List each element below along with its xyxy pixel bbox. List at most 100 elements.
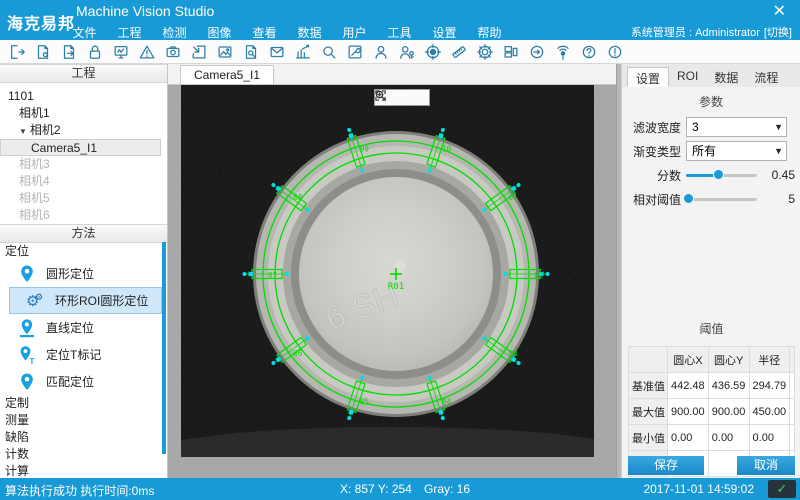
table-header: 圆心Y bbox=[708, 347, 749, 373]
camera-image-canvas: 6 SH 02011009080706050403R01 bbox=[181, 85, 594, 457]
slider-thumb[interactable] bbox=[713, 169, 724, 180]
tab-流程[interactable]: 流程 bbox=[746, 67, 786, 87]
project-tree: 1101相机1▼相机2Camera5_I1相机3相机4相机5相机6 bbox=[0, 83, 167, 224]
report-icon[interactable] bbox=[238, 41, 264, 63]
table-cell[interactable]: 0.00 bbox=[708, 425, 749, 451]
table-cell[interactable]: 450.00 bbox=[749, 399, 789, 425]
tree-item-1101[interactable]: 1101 bbox=[0, 88, 167, 105]
fit-screen-icon[interactable] bbox=[414, 91, 427, 104]
param-row-滤波宽度: 滤波宽度 3▼ bbox=[622, 115, 800, 139]
table-cell[interactable]: 442.48 bbox=[668, 373, 709, 399]
method-item-圆形定位[interactable]: 圆形定位 bbox=[0, 260, 162, 287]
param-label: 滤波宽度 bbox=[627, 119, 681, 136]
滤波宽度-dropdown[interactable]: 3▼ bbox=[686, 117, 787, 137]
slider-track bbox=[686, 198, 757, 201]
monitor-icon[interactable] bbox=[108, 41, 134, 63]
tree-item-相机1[interactable]: 相机1 bbox=[0, 105, 167, 122]
相对阈值-slider[interactable] bbox=[686, 190, 757, 208]
permission-icon[interactable] bbox=[394, 41, 420, 63]
tab-设置[interactable]: 设置 bbox=[627, 67, 669, 87]
param-row-渐变类型: 渐变类型所有▼ bbox=[622, 139, 800, 163]
method-category-计数[interactable]: 计数 bbox=[0, 446, 167, 463]
close-icon[interactable]: ✕ bbox=[773, 3, 786, 21]
method-item-直线定位[interactable]: 直线定位 bbox=[0, 314, 162, 341]
tree-item-相机5[interactable]: 相机5 bbox=[0, 190, 167, 207]
pin-line-icon bbox=[17, 318, 37, 338]
caliper-label: 07 bbox=[268, 271, 277, 280]
table-cell[interactable]: 0.00 bbox=[668, 425, 709, 451]
table-cell[interactable]: 294.79 bbox=[749, 373, 789, 399]
project-settings-icon[interactable] bbox=[30, 41, 56, 63]
layout-icon[interactable] bbox=[498, 41, 524, 63]
param-row-相对阈值: 相对阈值5 bbox=[622, 187, 800, 211]
threshold-section-header: 阈值 bbox=[628, 320, 795, 342]
tab-ROI[interactable]: ROI bbox=[669, 67, 706, 87]
table-cell[interactable]: 900.00 bbox=[668, 399, 709, 425]
caliper-label: 01 bbox=[509, 193, 518, 202]
switch-user-link[interactable]: [切换] bbox=[764, 27, 792, 39]
table-cell[interactable]: 436.59 bbox=[708, 373, 749, 399]
method-category-缺陷[interactable]: 缺陷 bbox=[0, 429, 167, 446]
warning-icon[interactable] bbox=[134, 41, 160, 63]
exit-icon[interactable] bbox=[4, 41, 30, 63]
status-check-icon[interactable]: ✓ bbox=[768, 480, 796, 498]
search-icon[interactable] bbox=[316, 41, 342, 63]
chevron-down-icon[interactable]: ▼ bbox=[774, 118, 783, 136]
import-icon[interactable] bbox=[186, 41, 212, 63]
settings-gear-icon[interactable] bbox=[472, 41, 498, 63]
tree-item-相机2[interactable]: ▼相机2 bbox=[0, 122, 167, 139]
row-label: 最大值 bbox=[629, 399, 668, 425]
slider-thumb[interactable] bbox=[683, 193, 694, 204]
分数-slider[interactable] bbox=[686, 166, 757, 184]
method-category-定位[interactable]: 定位 bbox=[0, 243, 167, 260]
tree-item-相机3[interactable]: 相机3 bbox=[0, 156, 167, 173]
cancel-button[interactable]: 取消 bbox=[737, 456, 795, 475]
table-cell[interactable]: 0.00 bbox=[749, 425, 789, 451]
ruler-icon[interactable] bbox=[446, 41, 472, 63]
渐变类型-dropdown[interactable]: 所有▼ bbox=[686, 141, 787, 161]
network-icon[interactable] bbox=[550, 41, 576, 63]
save-button[interactable]: 保存 bbox=[628, 456, 704, 475]
about-icon[interactable] bbox=[602, 41, 628, 63]
mail-icon[interactable] bbox=[264, 41, 290, 63]
method-item-匹配定位[interactable]: 匹配定位 bbox=[0, 368, 162, 395]
lock-icon[interactable] bbox=[82, 41, 108, 63]
method-category-计算[interactable]: 计算 bbox=[0, 463, 167, 478]
expand-arrow-icon[interactable]: ▼ bbox=[19, 127, 27, 136]
caliper-label: 10 bbox=[442, 145, 452, 154]
method-category-定制[interactable]: 定制 bbox=[0, 395, 167, 412]
image-icon[interactable] bbox=[212, 41, 238, 63]
tab-数据[interactable]: 数据 bbox=[706, 67, 746, 87]
camera-image[interactable]: 6 SH 02011009080706050403R01 bbox=[181, 85, 594, 457]
user-icon[interactable] bbox=[368, 41, 394, 63]
target-icon[interactable] bbox=[420, 41, 446, 63]
project-export-icon[interactable] bbox=[56, 41, 82, 63]
run-icon[interactable] bbox=[524, 41, 550, 63]
viewer-tab-bar: Camera5_I1 bbox=[168, 64, 616, 85]
status-bar: 算法执行成功 执行时间:0ms X: 857 Y: 254 Gray: 16 2… bbox=[0, 478, 800, 500]
statistics-icon[interactable] bbox=[290, 41, 316, 63]
pin-icon bbox=[17, 264, 37, 284]
tree-item-相机4[interactable]: 相机4 bbox=[0, 173, 167, 190]
table-cell[interactable]: 900.00 bbox=[708, 399, 749, 425]
chevron-down-icon[interactable]: ▼ bbox=[774, 142, 783, 160]
user-info: 系统管理员 : Administrator[切换] bbox=[631, 24, 792, 40]
tree-item-label: 相机6 bbox=[19, 208, 50, 222]
table-cell-empty bbox=[790, 373, 795, 399]
tree-item-Camera5_I1[interactable]: Camera5_I1 bbox=[0, 139, 161, 156]
table-header: 圆心X bbox=[668, 347, 709, 373]
zoom-out-icon[interactable] bbox=[396, 91, 409, 104]
method-item-定位T标记[interactable]: T定位T标记 bbox=[0, 341, 162, 368]
param-row-分数: 分数0.45 bbox=[622, 163, 800, 187]
camera-icon[interactable] bbox=[160, 41, 186, 63]
viewer-tab-camera5[interactable]: Camera5_I1 bbox=[180, 65, 274, 84]
tree-item-相机6[interactable]: 相机6 bbox=[0, 207, 167, 224]
methods-scrollbar[interactable] bbox=[162, 242, 166, 454]
pin-t-icon: T bbox=[17, 345, 37, 365]
help-icon[interactable] bbox=[576, 41, 602, 63]
table-header bbox=[790, 347, 795, 373]
tools-icon[interactable] bbox=[342, 41, 368, 63]
methods-panel-header: 方法 bbox=[0, 224, 167, 243]
method-category-测量[interactable]: 测量 bbox=[0, 412, 167, 429]
method-item-环形ROI圆形定位[interactable]: ⚙⚙环形ROI圆形定位 bbox=[9, 287, 162, 314]
